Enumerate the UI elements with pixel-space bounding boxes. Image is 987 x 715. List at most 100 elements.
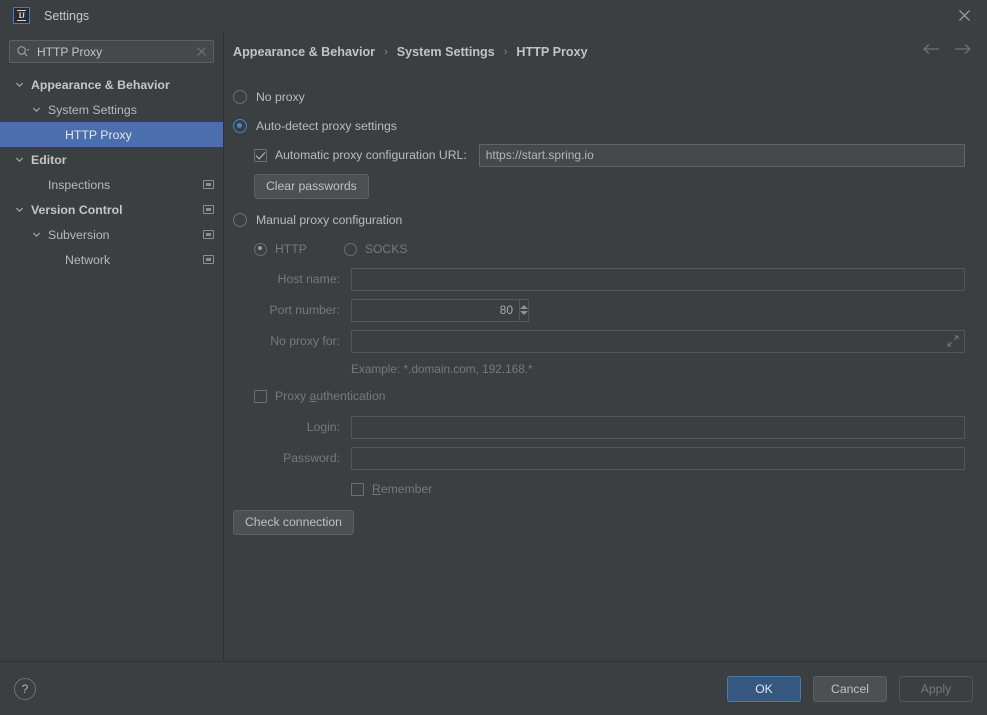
login-row: Login: bbox=[275, 414, 965, 440]
chevron-down-icon[interactable] bbox=[31, 104, 42, 115]
sidebar-item-label: Subversion bbox=[48, 227, 110, 242]
settings-tree: Appearance & Behavior System Settings HTTP… bbox=[0, 69, 223, 661]
remember-label: Remember bbox=[372, 482, 433, 496]
settings-modified-badge-icon bbox=[203, 180, 214, 189]
chevron-down-icon[interactable] bbox=[520, 311, 528, 315]
auto-config-url-label: Automatic proxy configuration URL: bbox=[275, 148, 467, 162]
port-number-spinner-buttons[interactable] bbox=[519, 298, 529, 322]
settings-content: Appearance & Behavior › System Settings › HT… bbox=[224, 31, 987, 661]
login-label: Login: bbox=[306, 420, 340, 434]
remember-row: Remember bbox=[275, 476, 965, 502]
settings-dialog: IJ Settings HTTP Proxy Appearance & Beha… bbox=[0, 0, 987, 715]
sidebar-item-subversion[interactable]: Subversion bbox=[0, 222, 223, 247]
proxy-authentication-checkbox[interactable] bbox=[254, 389, 267, 403]
breadcrumb-item[interactable]: HTTP Proxy bbox=[516, 45, 587, 59]
chevron-down-icon[interactable] bbox=[14, 154, 25, 165]
no-proxy-for-input[interactable] bbox=[351, 329, 965, 353]
manual-proxy-option[interactable]: Manual proxy configuration bbox=[233, 207, 965, 233]
sidebar-item-appearance-behavior[interactable]: Appearance & Behavior bbox=[0, 72, 223, 97]
auto-detect-radio[interactable] bbox=[233, 119, 247, 133]
sidebar-item-system-settings[interactable]: System Settings bbox=[0, 97, 223, 122]
proxy-authentication-label: Proxy authentication bbox=[275, 389, 386, 403]
arrow-left-icon[interactable] bbox=[923, 43, 940, 55]
sidebar-item-http-proxy[interactable]: HTTP Proxy bbox=[0, 122, 223, 147]
breadcrumb: Appearance & Behavior › System Settings › HT… bbox=[224, 31, 987, 63]
sidebar-item-label: Version Control bbox=[31, 202, 123, 217]
clear-passwords-button[interactable]: Clear passwords bbox=[254, 173, 369, 199]
settings-modified-badge-icon bbox=[203, 205, 214, 214]
sidebar-item-inspections[interactable]: Inspections bbox=[0, 172, 223, 197]
manual-proxy-label: Manual proxy configuration bbox=[256, 213, 403, 227]
cancel-button[interactable]: Cancel bbox=[813, 675, 887, 702]
settings-modified-badge-icon bbox=[203, 255, 214, 264]
check-connection-row: Check connection bbox=[233, 509, 965, 535]
login-input[interactable] bbox=[351, 415, 965, 439]
protocol-socks-radio[interactable] bbox=[343, 242, 357, 256]
no-proxy-radio[interactable] bbox=[233, 90, 247, 104]
password-label: Password: bbox=[283, 451, 340, 465]
dialog-footer: ? OK Cancel Apply bbox=[0, 661, 987, 715]
no-proxy-for-label: No proxy for: bbox=[270, 334, 340, 348]
auto-detect-option[interactable]: Auto-detect proxy settings bbox=[233, 113, 965, 139]
search-clear-icon[interactable] bbox=[195, 45, 208, 58]
sidebar-item-label: System Settings bbox=[48, 102, 137, 117]
chevron-up-icon[interactable] bbox=[520, 305, 528, 309]
breadcrumb-item[interactable]: Appearance & Behavior bbox=[233, 45, 375, 59]
search-box[interactable] bbox=[9, 40, 214, 63]
no-proxy-option[interactable]: No proxy bbox=[233, 84, 965, 110]
example-hint-row: Example: *.domain.com, 192.168.* bbox=[254, 357, 965, 381]
sidebar-item-label: Network bbox=[65, 252, 111, 267]
window-title: Settings bbox=[44, 8, 90, 23]
proxy-authentication-row: Proxy authentication bbox=[254, 383, 965, 409]
port-number-label: Port number: bbox=[269, 303, 340, 317]
port-number-stepper[interactable] bbox=[351, 298, 529, 322]
footer-actions: OK Cancel Apply bbox=[727, 675, 973, 702]
sidebar-item-label: Appearance & Behavior bbox=[31, 77, 170, 92]
auto-config-url-checkbox[interactable] bbox=[254, 148, 267, 162]
auto-config-url-input[interactable] bbox=[478, 143, 965, 167]
title-bar: IJ Settings bbox=[0, 0, 987, 31]
remember-checkbox[interactable] bbox=[351, 482, 364, 496]
dialog-body: Appearance & Behavior System Settings HTTP… bbox=[0, 31, 987, 661]
host-name-label: Host name: bbox=[277, 272, 340, 286]
auto-detect-label: Auto-detect proxy settings bbox=[256, 119, 397, 133]
check-connection-button[interactable]: Check connection bbox=[233, 509, 354, 535]
expand-icon[interactable] bbox=[947, 335, 959, 347]
password-row: Password: bbox=[275, 445, 965, 471]
chevron-down-icon[interactable] bbox=[14, 79, 25, 90]
breadcrumb-separator: › bbox=[503, 46, 508, 58]
search-input[interactable] bbox=[37, 44, 195, 59]
breadcrumb-separator: › bbox=[384, 46, 388, 58]
settings-modified-badge-icon bbox=[203, 230, 214, 239]
chevron-down-icon[interactable] bbox=[14, 204, 25, 215]
sidebar-item-label: HTTP Proxy bbox=[65, 127, 132, 142]
password-input[interactable] bbox=[351, 446, 965, 470]
chevron-down-icon[interactable] bbox=[31, 229, 42, 240]
breadcrumb-item[interactable]: System Settings bbox=[397, 45, 495, 59]
arrow-right-icon[interactable] bbox=[954, 43, 971, 55]
protocol-socks-label: SOCKS bbox=[364, 242, 408, 256]
search-container bbox=[0, 31, 223, 69]
help-button[interactable]: ? bbox=[14, 677, 36, 700]
no-proxy-for-row: No proxy for: bbox=[254, 328, 965, 354]
sidebar-item-version-control[interactable]: Version Control bbox=[0, 197, 223, 222]
apply-button[interactable]: Apply bbox=[899, 675, 973, 702]
port-number-row: Port number: bbox=[254, 297, 965, 323]
host-name-input[interactable] bbox=[351, 267, 965, 291]
intellij-idea-logo-icon: IJ bbox=[13, 7, 30, 24]
close-icon[interactable] bbox=[941, 0, 987, 31]
protocol-http-radio[interactable] bbox=[254, 242, 267, 256]
clear-passwords-row: Clear passwords bbox=[254, 173, 965, 199]
sidebar-item-network[interactable]: Network bbox=[0, 247, 223, 272]
manual-proxy-radio[interactable] bbox=[233, 213, 247, 227]
sidebar-item-label: Editor bbox=[31, 152, 67, 167]
sidebar-item-editor[interactable]: Editor bbox=[0, 147, 223, 172]
example-hint: Example: *.domain.com, 192.168.* bbox=[351, 362, 533, 376]
no-proxy-label: No proxy bbox=[256, 90, 305, 104]
ok-button[interactable]: OK bbox=[727, 675, 801, 702]
search-icon bbox=[16, 45, 31, 58]
port-number-input[interactable] bbox=[351, 298, 519, 322]
